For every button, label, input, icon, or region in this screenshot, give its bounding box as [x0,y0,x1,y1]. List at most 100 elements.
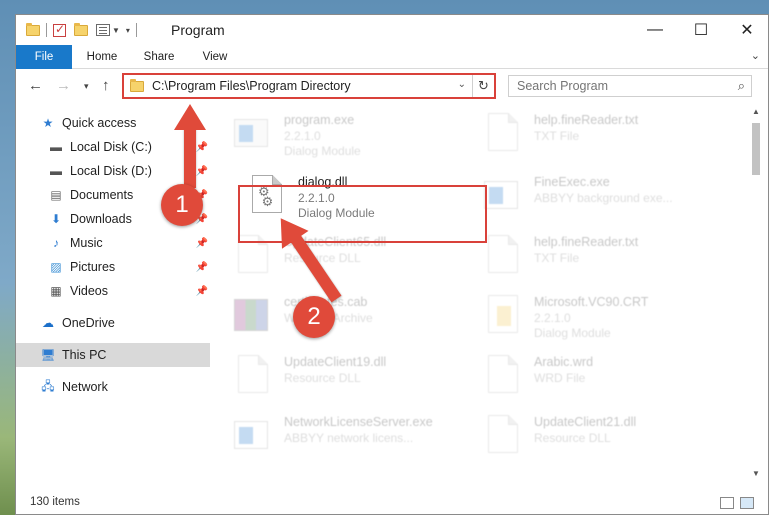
back-arrow-icon[interactable]: ← [28,77,43,94]
vertical-scrollbar[interactable]: ▲ ▼ [750,107,762,481]
dll-file-icon [234,355,274,397]
exe-icon [234,113,274,155]
pin-icon[interactable]: 📌 [196,142,208,153]
computer-icon: 🖥 [40,348,56,362]
file-item[interactable]: UpdateClient19.dll Resource DLL [226,349,466,407]
search-icon[interactable]: ⌕ [738,78,745,94]
divider [135,23,137,37]
drive-icon: ▬ [50,164,62,178]
file-type: Resource DLL [284,371,361,385]
file-item[interactable]: help.fineReader.txt TXT File [476,229,716,287]
file-description: ABBYY background exe... [534,191,673,205]
maximize-button[interactable]: ☐ [678,15,724,45]
sidebar-item-local-disk-c[interactable]: ▬ Local Disk (C:) 📌 [16,135,210,159]
file-explorer-window: ▼ ▾ Program — ☐ ✕ File Home Share View ⌄… [15,14,769,515]
sidebar-item-label: Music [70,236,103,250]
sidebar-item-label: Downloads [70,212,132,226]
sidebar-item-label: Network [62,380,108,394]
sidebar-item-videos[interactable]: ▦ Videos 📌 [16,279,210,303]
videos-icon: ▦ [50,284,62,298]
sidebar-item-label: Videos [70,284,108,298]
text-file-icon [484,113,524,155]
annotation-arrowhead-1 [174,104,206,130]
new-folder-icon[interactable] [74,22,88,36]
sidebar-item-label: Pictures [70,260,116,274]
properties-check-icon[interactable] [53,22,66,37]
tab-share[interactable]: Share [136,45,182,69]
up-arrow-icon[interactable]: ↑ [102,77,110,94]
sidebar-item-label: Quick access [62,116,137,130]
manifest-file-icon [484,295,524,337]
search-input[interactable] [517,79,727,93]
file-type: Resource DLL [284,251,361,265]
pin-icon[interactable]: 📌 [196,286,208,297]
sidebar-item-onedrive[interactable]: ☁ OneDrive [16,311,210,335]
address-bar[interactable]: C:\Program Files\Program Directory ⌄ ↻ [122,73,496,99]
file-item[interactable]: help.fineReader.txt TXT File [476,107,716,165]
expand-ribbon-icon[interactable]: ⌄ [751,49,760,62]
file-item[interactable]: Microsoft.VC90.CRT 2.2.1.0 Dialog Module [476,289,716,347]
minimize-button[interactable]: — [632,15,678,45]
file-item[interactable]: NetworkLicenseServer.exe ABBYY network l… [226,409,466,467]
annotation-arrow-1 [184,126,196,188]
pin-icon[interactable]: 📌 [196,166,208,177]
file-item[interactable]: UpdateClient21.dll Resource DLL [476,409,716,467]
file-name: Microsoft.VC90.CRT [534,295,649,309]
sidebar-item-label: This PC [62,348,107,362]
scroll-up-icon[interactable]: ▲ [750,107,762,119]
sidebar-item-pictures[interactable]: ▨ Pictures 📌 [16,255,210,279]
file-name: program.exe [284,113,355,127]
status-bar: 130 items [16,492,768,514]
pin-icon[interactable]: 📌 [196,262,208,273]
sidebar-item-network[interactable]: 🖧 Network [16,375,210,399]
annotation-badge-2: 2 [293,296,335,338]
recent-locations-icon[interactable]: ▾ [84,81,89,92]
tiles-view-icon[interactable] [740,497,754,509]
file-name: help.fineReader.txt [534,113,639,127]
customize-toolbar-icon[interactable]: ▾ [126,26,130,35]
file-name: help.fineReader.txt [534,235,639,249]
folder-icon [130,78,144,92]
exe-icon [484,175,524,217]
navigation-bar: ← → ▾ ↑ C:\Program Files\Program Directo… [16,69,768,103]
title-bar: ▼ ▾ Program — ☐ ✕ [16,15,768,45]
sidebar-item-label: Local Disk (D:) [70,164,152,178]
tab-view[interactable]: View [192,45,238,69]
sidebar-item-label: Local Disk (C:) [70,140,152,154]
item-count: 130 items [30,496,80,508]
chevron-down-icon[interactable]: ⌄ [458,79,466,90]
sidebar-item-label: Documents [70,188,134,202]
pictures-icon: ▨ [50,260,62,274]
close-button[interactable]: ✕ [724,15,769,45]
search-box[interactable]: ⌕ [508,75,752,97]
folder-icon [26,22,40,36]
text-file-icon [484,235,524,277]
file-name: UpdateClient19.dll [284,355,387,369]
file-name: Arabic.wrd [534,355,594,369]
file-item[interactable]: Arabic.wrd WRD File [476,349,716,407]
refresh-icon[interactable]: ↻ [472,75,494,97]
network-icon: 🖧 [41,378,55,393]
download-icon: ⬇ [50,212,62,226]
address-path[interactable]: C:\Program Files\Program Directory [152,79,351,93]
file-item[interactable]: certificates.cab WinRAR Archive [226,289,466,347]
star-icon: ★ [42,116,54,130]
sidebar-item-music[interactable]: ♪ Music 📌 [16,231,210,255]
file-type: TXT File [534,129,580,143]
file-version: 2.2.1.0 [284,129,321,143]
tab-file[interactable]: File [16,45,72,69]
tab-home[interactable]: Home [76,45,128,69]
pin-icon[interactable]: 📌 [196,238,208,249]
sidebar-item-this-pc[interactable]: 🖥 This PC [16,343,210,367]
scroll-thumb[interactable] [752,123,760,175]
chevron-down-icon[interactable]: ▼ [112,26,120,35]
navigation-pane: ★ Quick access ▬ Local Disk (C:) 📌 ▬ Loc… [16,105,210,485]
scroll-down-icon[interactable]: ▼ [750,469,762,481]
sidebar-item-local-disk-d[interactable]: ▬ Local Disk (D:) 📌 [16,159,210,183]
forward-arrow-icon[interactable]: → [56,77,71,94]
properties-icon[interactable] [96,24,110,36]
file-item[interactable]: program.exe 2.2.1.0 Dialog Module [226,107,466,165]
file-description: Dialog Module [284,144,361,158]
details-view-icon[interactable] [720,497,734,509]
file-item[interactable]: FineExec.exe ABBYY background exe... [476,169,716,227]
